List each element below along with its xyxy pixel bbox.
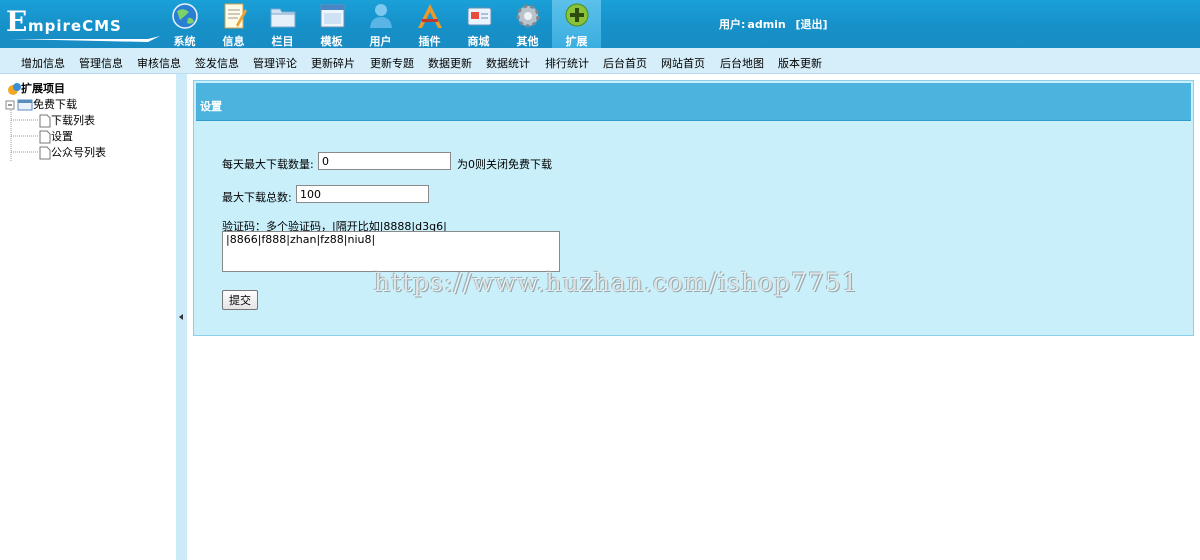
page-icon bbox=[39, 114, 51, 128]
page-icon bbox=[39, 130, 51, 144]
user-icon bbox=[370, 4, 392, 28]
tree-root[interactable]: 扩展项目 bbox=[7, 81, 65, 97]
nav-info[interactable]: 信息 bbox=[209, 0, 258, 48]
nav-column[interactable]: 栏目 bbox=[258, 0, 307, 48]
user-label: 用户: bbox=[719, 18, 746, 31]
globe-icon bbox=[172, 3, 198, 29]
settings-panel: 设置 每天最大下载数量: 为0则关闭免费下载 最大下载总数: 验证码：多个验证码… bbox=[193, 80, 1194, 336]
empirecms-logo: E mpireCMS bbox=[6, 5, 160, 42]
nav-shop-label: 商城 bbox=[467, 35, 490, 48]
tree-root-label: 扩展项目 bbox=[21, 82, 65, 95]
note-icon bbox=[224, 3, 247, 29]
menu-site-home[interactable]: 网站首页 bbox=[661, 55, 705, 71]
total-max-input[interactable] bbox=[296, 185, 429, 203]
menu-add-info[interactable]: 增加信息 bbox=[21, 55, 65, 71]
logo-initial: E bbox=[6, 5, 28, 38]
menu-update-fragments[interactable]: 更新碎片 bbox=[311, 55, 355, 71]
left-tree: 扩展项目 免费下载 下载列表 设置 公众号列表 bbox=[0, 74, 176, 560]
menu-rank-stats[interactable]: 排行统计 bbox=[545, 55, 589, 71]
nav-system-label: 系统 bbox=[173, 35, 196, 48]
top-header: E mpireCMS 系统 信息 栏目 模板 用户 插件 商城 其他 扩展 用户… bbox=[0, 0, 1200, 48]
template-window-icon bbox=[320, 4, 345, 28]
card-icon bbox=[467, 7, 492, 26]
page-icon bbox=[39, 146, 51, 160]
nav-user-label: 用户 bbox=[369, 35, 392, 48]
nav-other[interactable]: 其他 bbox=[503, 0, 552, 48]
tree-item-download-list[interactable]: 下载列表 bbox=[39, 113, 95, 129]
tree-item-settings[interactable]: 设置 bbox=[39, 129, 73, 145]
menu-admin-home[interactable]: 后台首页 bbox=[603, 55, 647, 71]
daily-max-input[interactable] bbox=[318, 152, 451, 170]
nav-info-label: 信息 bbox=[222, 35, 245, 48]
nav-extension-label: 扩展 bbox=[565, 35, 588, 48]
menu-manage-comments[interactable]: 管理评论 bbox=[253, 55, 297, 71]
nav-shop[interactable]: 商城 bbox=[454, 0, 503, 48]
collapse-arrow-icon[interactable] bbox=[179, 314, 183, 320]
logo-text: mpireCMS bbox=[28, 17, 122, 35]
menu-data-stats[interactable]: 数据统计 bbox=[486, 55, 530, 71]
tree-item-label: 下载列表 bbox=[51, 114, 95, 127]
menu-review-info[interactable]: 审核信息 bbox=[137, 55, 181, 71]
menu-sign-info[interactable]: 签发信息 bbox=[195, 55, 239, 71]
panel-header: 设置 bbox=[196, 83, 1191, 121]
daily-max-hint: 为0则关闭免费下载 bbox=[457, 158, 552, 171]
panel-title: 设置 bbox=[200, 100, 222, 113]
nav-template-label: 模板 bbox=[320, 35, 343, 48]
nav-extension[interactable]: 扩展 bbox=[552, 0, 601, 48]
tree-folder-label: 免费下载 bbox=[33, 98, 77, 111]
folder-toggle-icon[interactable] bbox=[5, 98, 33, 112]
nav-system[interactable]: 系统 bbox=[160, 0, 209, 48]
menu-admin-map[interactable]: 后台地图 bbox=[720, 55, 764, 71]
folder-icon bbox=[270, 8, 296, 28]
nav-other-label: 其他 bbox=[516, 35, 539, 48]
nav-template[interactable]: 模板 bbox=[307, 0, 356, 48]
logout-link[interactable]: [退出] bbox=[795, 18, 827, 31]
username: admin bbox=[747, 18, 786, 31]
sidebar-splitter[interactable] bbox=[176, 74, 187, 560]
main-nav: 系统 信息 栏目 模板 用户 插件 商城 其他 扩展 bbox=[160, 0, 601, 48]
daily-max-label: 每天最大下载数量: bbox=[222, 158, 314, 171]
extension-root-icon bbox=[8, 83, 21, 95]
menu-update-topics[interactable]: 更新专题 bbox=[370, 55, 414, 71]
menu-manage-info[interactable]: 管理信息 bbox=[79, 55, 123, 71]
nav-plugin-label: 插件 bbox=[418, 35, 441, 48]
verify-code-textarea[interactable]: |8866|f888|zhan|fz88|niu8| bbox=[222, 231, 560, 272]
tools-icon bbox=[418, 4, 442, 28]
tree-item-label: 公众号列表 bbox=[51, 146, 106, 159]
tree-folder[interactable]: 免费下载 bbox=[5, 97, 77, 113]
submit-button[interactable]: 提交 bbox=[222, 290, 258, 310]
plus-icon bbox=[565, 3, 589, 27]
nav-plugin[interactable]: 插件 bbox=[405, 0, 454, 48]
gear-icon bbox=[516, 4, 540, 28]
quick-menu-bar: 增加信息 管理信息 审核信息 签发信息 管理评论 更新碎片 更新专题 数据更新 … bbox=[0, 48, 1200, 74]
menu-data-update[interactable]: 数据更新 bbox=[428, 55, 472, 71]
logo-swoosh-icon bbox=[10, 36, 160, 42]
menu-version-update[interactable]: 版本更新 bbox=[778, 55, 822, 71]
total-max-label: 最大下载总数: bbox=[222, 191, 292, 204]
tree-item-wechat-list[interactable]: 公众号列表 bbox=[39, 145, 106, 161]
nav-column-label: 栏目 bbox=[271, 35, 294, 48]
nav-user[interactable]: 用户 bbox=[356, 0, 405, 48]
user-info: 用户: admin [退出] bbox=[719, 16, 830, 32]
tree-item-label: 设置 bbox=[51, 130, 73, 143]
